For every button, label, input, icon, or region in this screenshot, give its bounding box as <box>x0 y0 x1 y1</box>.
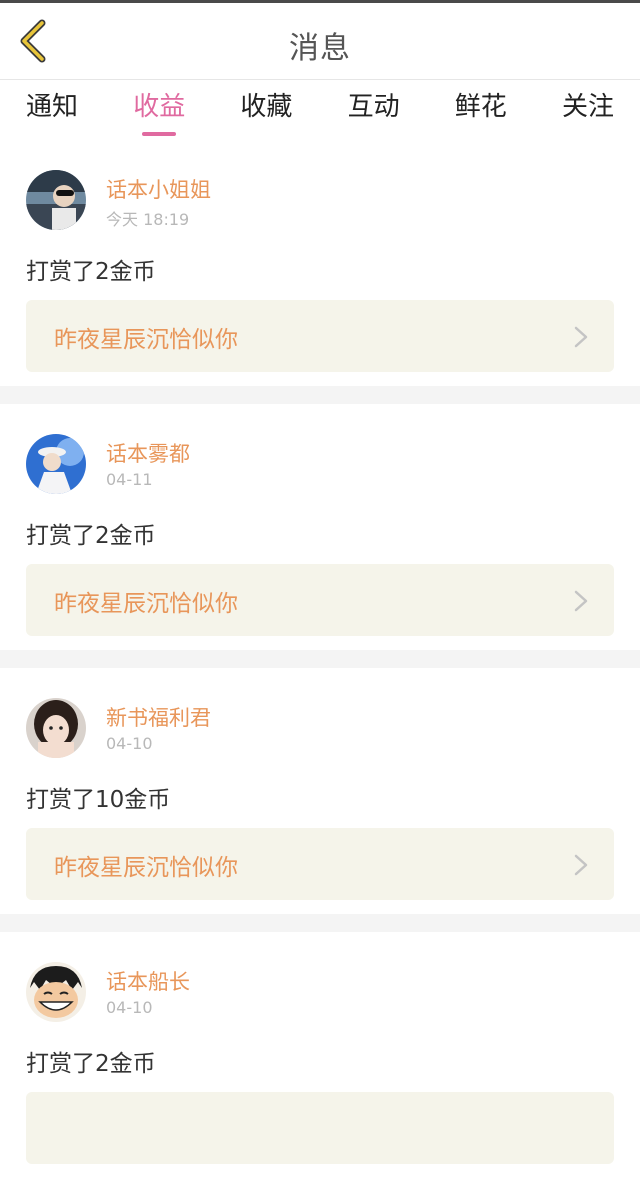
user-photo-icon <box>26 698 86 758</box>
tab-interactions[interactable]: 互动 <box>348 80 400 138</box>
book-title: 昨夜星辰沉恰似你 <box>54 591 238 617</box>
book-link[interactable]: 昨夜星辰沉恰似你 <box>26 564 614 636</box>
cartoon-face-icon <box>26 962 86 1022</box>
tab-earnings[interactable]: 收益 <box>133 80 185 138</box>
message-card: 新书福利君 04-10 打赏了10金币 昨夜星辰沉恰似你 <box>0 668 640 914</box>
book-link[interactable]: 昨夜星辰沉恰似你 <box>26 828 614 900</box>
avatar[interactable] <box>26 170 86 230</box>
book-title: 昨夜星辰沉恰似你 <box>54 327 238 353</box>
reward-text: 打赏了2金币 <box>26 1051 156 1077</box>
divider <box>0 650 640 668</box>
reward-text: 打赏了2金币 <box>26 259 156 285</box>
tab-bar: 通知 收益 收藏 互动 鲜花 关注 <box>0 80 640 138</box>
user-photo-icon <box>26 170 86 230</box>
book-title: 昨夜星辰沉恰似你 <box>54 855 238 881</box>
header-bar: 消息 <box>0 3 640 80</box>
message-card: 话本小姐姐 今天 18:19 打赏了2金币 昨夜星辰沉恰似你 <box>0 140 640 386</box>
divider <box>0 914 640 932</box>
message-card: 话本雾都 04-11 打赏了2金币 昨夜星辰沉恰似你 <box>0 404 640 650</box>
timestamp: 04-10 <box>106 734 153 753</box>
avatar[interactable] <box>26 698 86 758</box>
page-title: 消息 <box>289 31 351 66</box>
tab-indicator <box>142 132 177 136</box>
timestamp: 今天 18:19 <box>106 210 190 229</box>
book-link[interactable]: 昨夜星辰沉恰似你 <box>26 300 614 372</box>
username[interactable]: 新书福利君 <box>106 702 211 732</box>
tab-following[interactable]: 关注 <box>562 80 614 138</box>
username[interactable]: 话本船长 <box>106 966 190 996</box>
avatar[interactable] <box>26 962 86 1022</box>
chevron-right-icon <box>574 854 588 876</box>
user-photo-icon <box>26 434 86 494</box>
reward-text: 打赏了2金币 <box>26 523 156 549</box>
username[interactable]: 话本雾都 <box>106 438 190 468</box>
chevron-right-icon <box>574 326 588 348</box>
tab-label: 鲜花 <box>454 92 507 122</box>
timestamp: 04-11 <box>106 470 153 489</box>
tab-favorites[interactable]: 收藏 <box>240 80 292 138</box>
username[interactable]: 话本小姐姐 <box>106 174 211 204</box>
tab-label: 通知 <box>26 92 79 122</box>
tab-label: 互动 <box>347 92 400 122</box>
tab-flowers[interactable]: 鲜花 <box>455 80 507 138</box>
reward-text: 打赏了10金币 <box>26 787 171 813</box>
chevron-right-icon <box>574 590 588 612</box>
timestamp: 04-10 <box>106 998 153 1017</box>
tab-label: 收藏 <box>240 92 293 122</box>
message-list: 话本小姐姐 今天 18:19 打赏了2金币 昨夜星辰沉恰似你 话本雾都 04-1… <box>0 140 640 1178</box>
tab-notifications[interactable]: 通知 <box>26 80 78 138</box>
tab-label: 关注 <box>561 92 614 122</box>
avatar[interactable] <box>26 434 86 494</box>
book-link[interactable] <box>26 1092 614 1164</box>
divider <box>0 386 640 404</box>
message-card: 话本船长 04-10 打赏了2金币 <box>0 932 640 1178</box>
tab-label: 收益 <box>133 92 186 122</box>
